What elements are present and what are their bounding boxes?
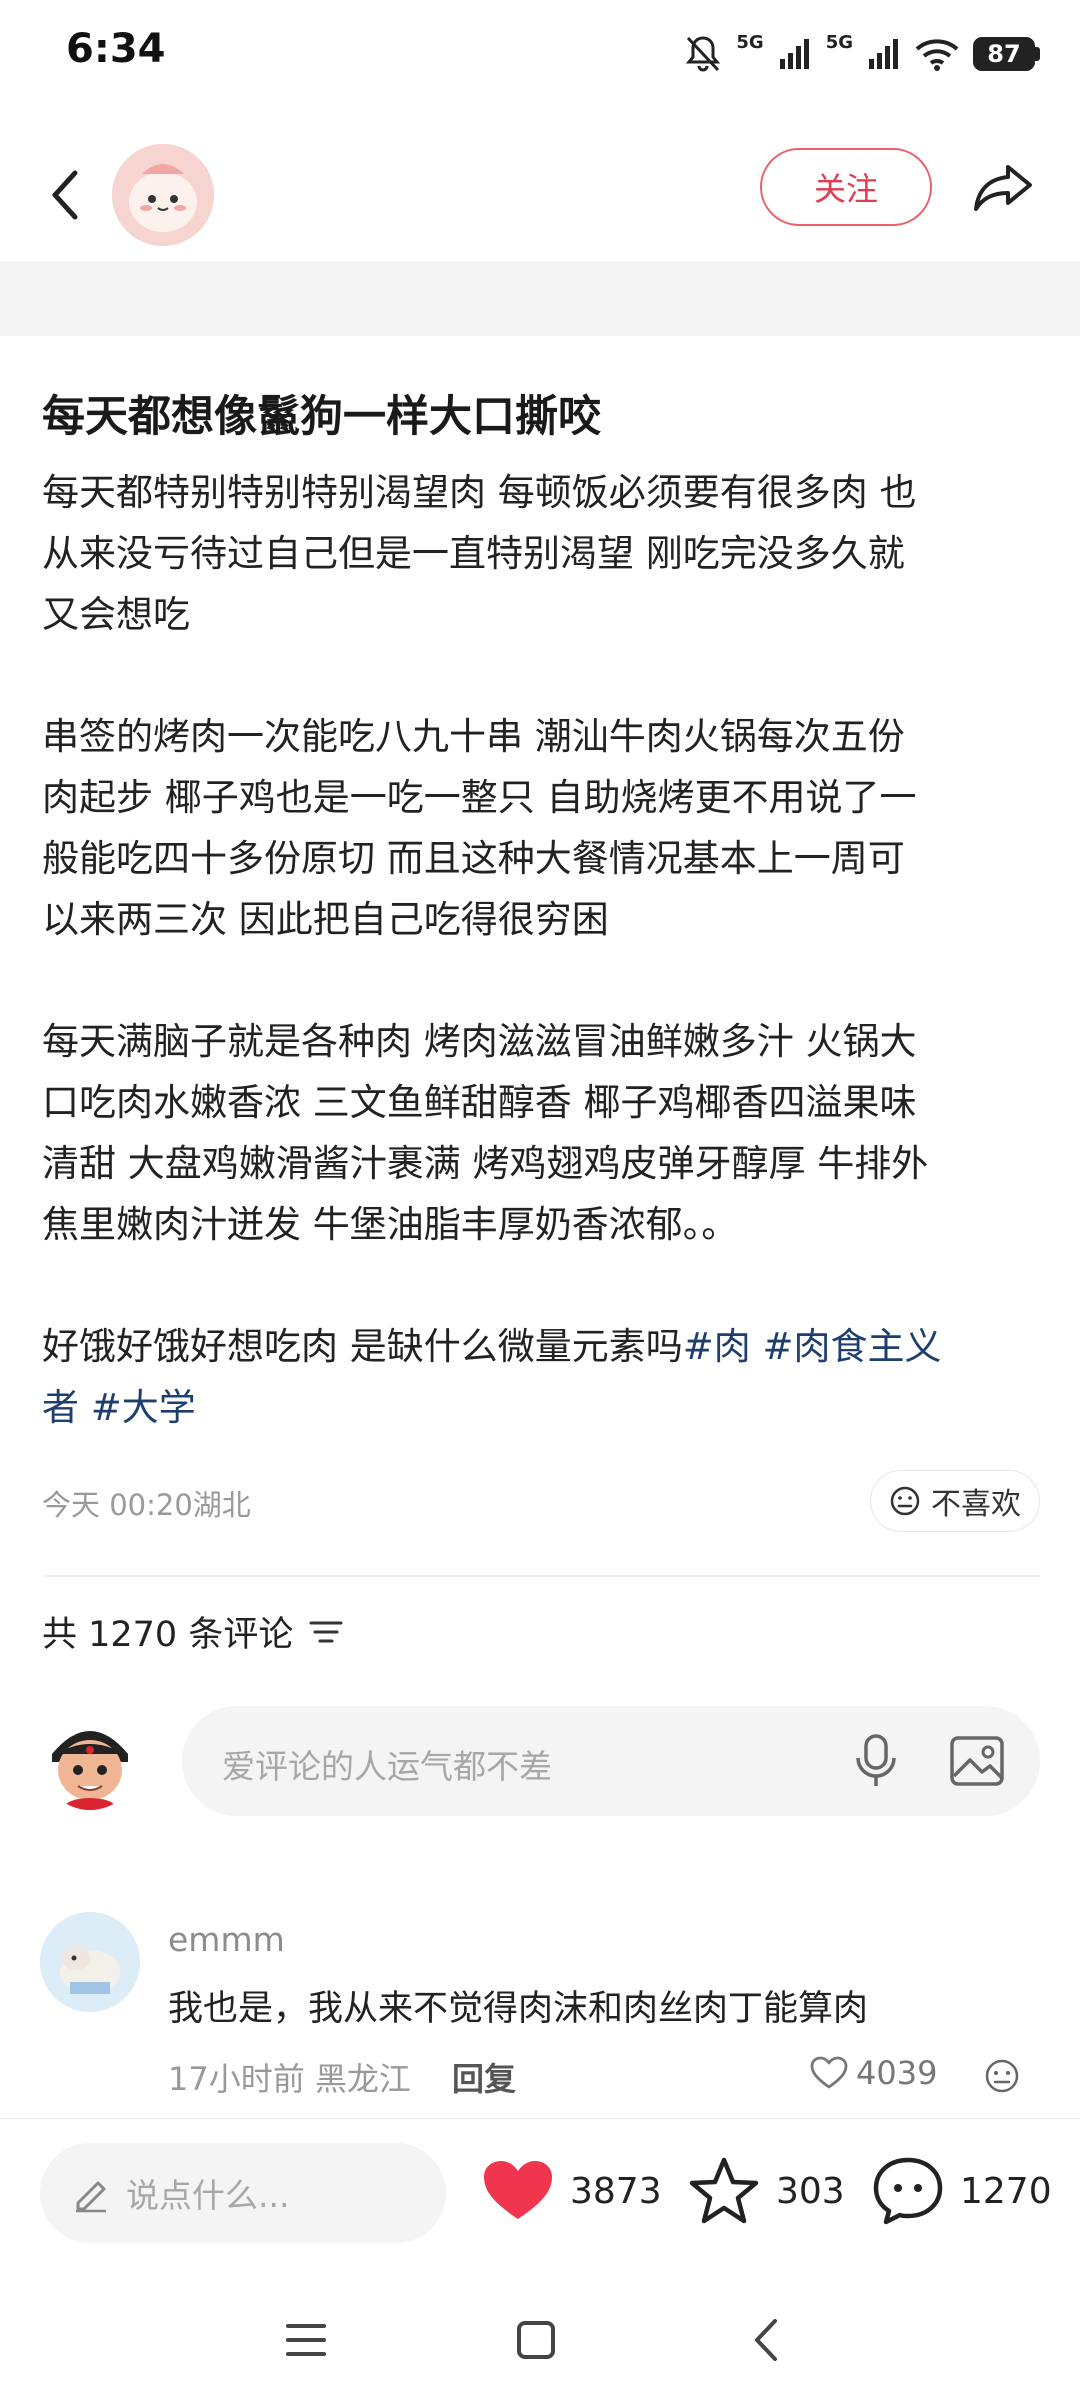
comment-button[interactable]: 1270 (872, 2151, 1052, 2231)
post-line: 以来两三次 因此把自己吃得很穷困 (42, 898, 609, 941)
follow-button[interactable]: 关注 (760, 148, 932, 226)
post-line: 串签的烤肉一次能吃八九十串 潮汕牛肉火锅每次五份 (42, 715, 905, 758)
comment-count: 1270 (960, 2170, 1052, 2212)
battery-tip (1035, 47, 1040, 61)
share-arrow-icon (974, 165, 1032, 211)
author-avatar[interactable] (112, 144, 214, 246)
my-avatar (42, 1714, 138, 1810)
sort-filter-icon[interactable] (309, 1617, 343, 1647)
signal-icon-2 (869, 39, 898, 69)
wifi-icon (915, 39, 959, 71)
post-line: 焦里嫩肉汁迸发 牛堡油脂丰厚奶香浓郁。。 (42, 1203, 739, 1246)
back-button[interactable] (30, 160, 100, 230)
status-icons: 5G 5G 87 (684, 26, 1040, 82)
home-nav-button[interactable] (506, 2310, 566, 2370)
microphone-icon[interactable] (854, 1732, 898, 1790)
system-nav-bar (0, 2280, 1080, 2400)
hashtag-meat[interactable]: #肉 (683, 1325, 751, 1368)
star-outline-icon (689, 2157, 759, 2224)
comment-text: 我也是，我从来不觉得肉沫和肉丝肉丁能算肉 (168, 1989, 869, 2029)
like-count: 3873 (570, 2170, 662, 2212)
post-line: 从来没亏待过自己但是一直特别渴望 刚吃完没多久就 (42, 532, 905, 575)
commenter-avatar-image (40, 1912, 140, 2012)
post-line-tags: 者 #大学 (42, 1377, 1042, 1438)
comment-like-count: 4039 (856, 2054, 938, 2092)
post-line: 般能吃四十多份原切 而且这种大餐情况基本上一周可 (42, 837, 905, 880)
network-label-1: 5G (736, 31, 764, 53)
menu-icon (286, 2324, 326, 2356)
reply-button[interactable]: 回复 (452, 2054, 516, 2100)
post-line: 每天都特别特别特别渴望肉 每顿饭必须要有很多肉 也 (42, 471, 917, 514)
section-separator (0, 262, 1080, 336)
post-line: 肉起步 椰子鸡也是一吃一整只 自助烧烤更不用说了一 (42, 776, 917, 819)
author-avatar-image (112, 144, 214, 246)
post-line: 清甜 大盘鸡嫩滑酱汁裹满 烤鸡翅鸡皮弹牙醇厚 牛排外 (42, 1142, 929, 1185)
say-something-placeholder: 说点什么... (126, 2176, 290, 2215)
favorite-button[interactable]: 303 (688, 2151, 845, 2231)
my-avatar-image (42, 1714, 138, 1810)
heart-filled-icon (484, 2161, 552, 2219)
post-meta: 今天 00:20湖北 不喜欢 (42, 1470, 1042, 1534)
hashtag-carnivorism[interactable]: #肉食主义 (763, 1325, 942, 1368)
post-header: 关注 (0, 130, 1080, 260)
hashtag-university[interactable]: #大学 (91, 1386, 196, 1429)
post-line-text: 好饿好饿好想吃肉 是缺什么微量元素吗 (42, 1325, 683, 1368)
say-something-input[interactable]: 说点什么... (40, 2143, 446, 2243)
post-title: 每天都想像鬣狗一样大口撕咬 (42, 392, 601, 442)
post-line-with-tags: 好饿好饿好想吃肉 是缺什么微量元素吗#肉 #肉食主义 (42, 1316, 1042, 1377)
hashtag-carnivorism-cont[interactable]: 者 (42, 1386, 79, 1429)
heart-outline-icon (810, 2056, 848, 2089)
comment-input-placeholder: 爱评论的人运气都不差 (222, 1747, 552, 1786)
mute-bell-icon (686, 36, 721, 72)
post-line: 口吃肉水嫩香浓 三文鱼鲜甜醇香 椰子鸡椰香四溢果味 (42, 1081, 917, 1124)
comment-count-label: 共 1270 条评论 (42, 1615, 294, 1655)
comment-count-row: 共 1270 条评论 (42, 1606, 343, 1657)
share-button[interactable] (968, 152, 1038, 222)
comment-meta: 17小时前 黑龙江 (168, 2060, 411, 2098)
post-line: 又会想吃 (42, 593, 190, 636)
image-icon[interactable] (948, 1732, 1006, 1790)
status-bar: 6:34 5G 5G 87 (0, 0, 1080, 110)
signal-icon (779, 39, 809, 69)
frown-face-icon (890, 1486, 920, 1516)
dislike-label: 不喜欢 (931, 1487, 1021, 1522)
chat-bubble-icon (873, 2157, 943, 2225)
post-line: 每天满脑子就是各种肉 烤肉滋滋冒油鲜嫩多汁 火锅大 (42, 1020, 917, 1063)
battery-level: 87 (973, 37, 1035, 71)
bottom-action-bar: 说点什么... 3873 303 1270 (0, 2118, 1080, 2278)
post-body: 每天都特别特别特别渴望肉 每顿饭必须要有很多肉 也 从来没亏待过自己但是一直特别… (42, 462, 1042, 1438)
network-label-2: 5G (825, 31, 853, 53)
dislike-button[interactable]: 不喜欢 (870, 1470, 1040, 1532)
menu-nav-button[interactable] (276, 2310, 336, 2370)
chevron-left-icon (755, 2319, 777, 2361)
chevron-left-icon (52, 170, 78, 220)
like-button[interactable]: 3873 (482, 2151, 662, 2231)
post-time-location: 今天 00:20湖北 (42, 1488, 251, 1522)
square-home-icon (517, 2321, 555, 2359)
commenter-name[interactable]: emmm (168, 1920, 285, 1959)
pencil-icon (76, 2181, 106, 2213)
comment-input[interactable]: 爱评论的人运气都不差 (182, 1706, 1040, 1816)
frown-face-icon[interactable] (984, 2058, 1020, 2094)
favorite-count: 303 (776, 2170, 845, 2212)
divider (42, 1575, 1040, 1577)
back-nav-button[interactable] (736, 2310, 796, 2370)
commenter-avatar[interactable] (40, 1912, 140, 2012)
comment-like-button[interactable]: 4039 (810, 2054, 937, 2092)
status-time: 6:34 (66, 26, 166, 72)
battery-indicator: 87 (973, 37, 1040, 71)
